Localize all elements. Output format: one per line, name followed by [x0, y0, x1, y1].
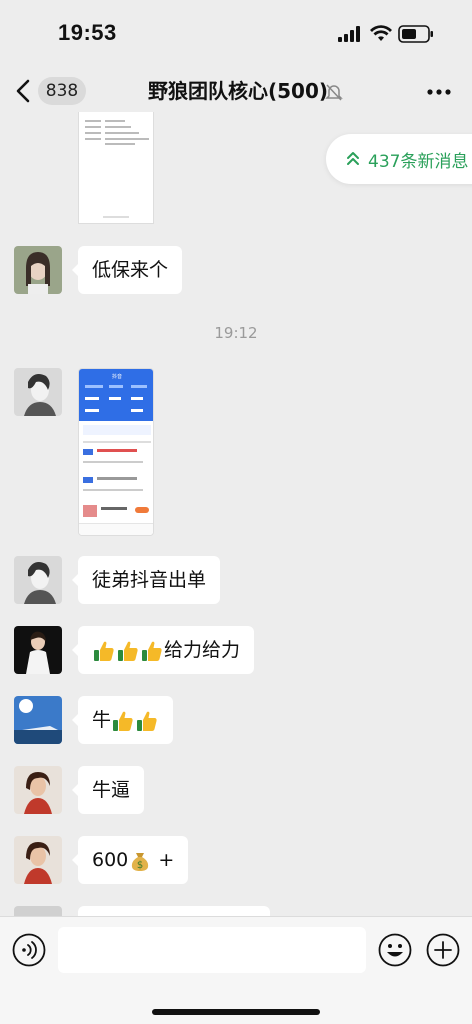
svg-text:$: $: [137, 860, 143, 871]
thumbs-up-icon: [142, 641, 162, 661]
wifi-icon: [370, 25, 392, 41]
more-options-icon[interactable]: [426, 82, 452, 102]
avatar-photo: [14, 626, 62, 674]
message-bubble[interactable]: [78, 906, 270, 916]
thumbs-up-icon: [113, 711, 133, 731]
screenshot-card-title: 抖音: [111, 374, 122, 380]
avatar-photo: [14, 368, 62, 416]
avatar-photo: [14, 906, 62, 916]
plus-more-icon[interactable]: [426, 933, 460, 967]
battery-icon: [398, 25, 433, 43]
unread-count-badge[interactable]: 838: [38, 77, 86, 105]
avatar[interactable]: [14, 836, 62, 884]
message-bubble[interactable]: 给力给力: [71, 626, 255, 674]
app-screenshot-message[interactable]: 抖音: [78, 368, 154, 536]
message-bubble[interactable]: 徒弟抖音出单: [71, 556, 221, 604]
message-bubble[interactable]: 牛逼: [71, 766, 145, 814]
thumbs-up-icon: [94, 641, 114, 661]
avatar[interactable]: [14, 626, 62, 674]
avatar[interactable]: [14, 906, 62, 916]
double-chevron-up-icon: [347, 152, 359, 165]
message-bubble[interactable]: 600 $ +: [71, 836, 189, 884]
chat-header: 838 野狼团队核心(500): [0, 70, 472, 114]
input-bar: [0, 916, 472, 1024]
avatar-photo: [14, 836, 62, 884]
thumbs-up-icon: [118, 641, 138, 661]
voice-input-icon[interactable]: [12, 933, 46, 967]
new-messages-label: 437条新消息: [368, 152, 469, 172]
avatar[interactable]: [14, 368, 62, 416]
status-time: 19:53: [58, 20, 117, 45]
timestamp: 19:12: [214, 324, 258, 342]
message-text: +: [158, 849, 175, 871]
cellular-signal-icon: [338, 26, 360, 42]
message-text: 牛逼: [92, 779, 131, 801]
message-bubble[interactable]: 低保来个: [71, 246, 183, 294]
avatar-photo: [14, 556, 62, 604]
avatar-photo: [14, 766, 62, 814]
avatar-photo: [14, 246, 62, 294]
message-bubble[interactable]: 牛: [71, 696, 174, 744]
message-text: 600: [92, 849, 129, 871]
message-input[interactable]: [58, 927, 366, 973]
new-messages-pill[interactable]: 437条新消息: [326, 134, 472, 184]
money-bag-icon: $: [132, 852, 149, 871]
avatar-photo: [14, 696, 62, 744]
document-image-message[interactable]: [78, 112, 154, 224]
message-text: 徒弟抖音出单: [92, 569, 207, 591]
avatar[interactable]: [14, 246, 62, 294]
message-text: 低保来个: [92, 259, 169, 281]
avatar[interactable]: [14, 766, 62, 814]
status-bar: 19:53: [0, 0, 472, 70]
chat-title[interactable]: 野狼团队核心(500): [148, 77, 328, 105]
message-text: 给力给力: [164, 639, 241, 661]
back-chevron-icon[interactable]: [14, 78, 32, 104]
message-text: 牛: [92, 709, 112, 731]
thumbs-up-icon: [137, 711, 157, 731]
mute-bell-icon: [325, 84, 343, 101]
home-indicator[interactable]: [152, 1009, 320, 1015]
avatar[interactable]: [14, 696, 62, 744]
avatar[interactable]: [14, 556, 62, 604]
emoji-smiley-icon[interactable]: [378, 933, 412, 967]
